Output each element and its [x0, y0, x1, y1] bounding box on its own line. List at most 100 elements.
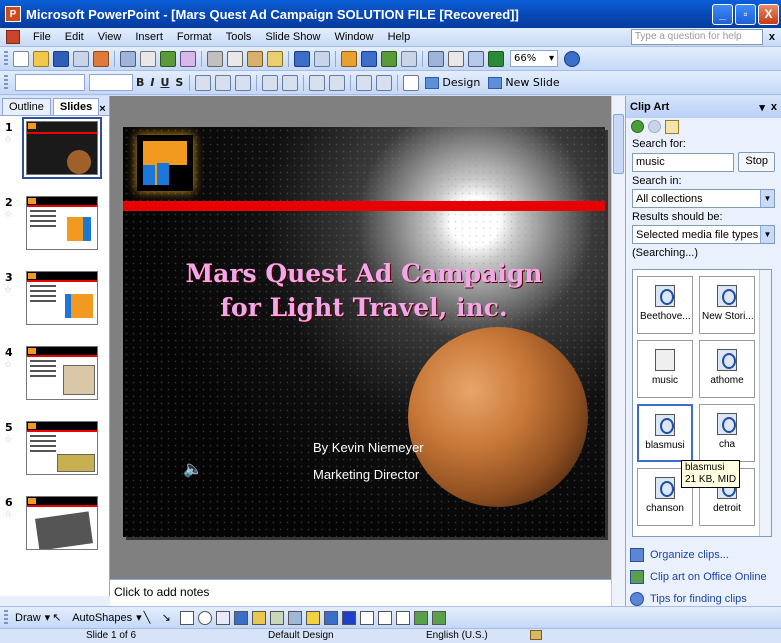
results-type-dropdown[interactable]: Selected media file types ▼ — [632, 225, 775, 244]
slide-author-role[interactable]: Marketing Director — [313, 467, 419, 482]
select-pointer-icon[interactable]: ↖ — [52, 611, 66, 625]
menu-slide-show[interactable]: Slide Show — [258, 31, 327, 43]
numbering-icon[interactable] — [262, 74, 279, 91]
clip-item[interactable]: athome — [699, 340, 755, 398]
rectangle-icon[interactable] — [179, 610, 194, 625]
slide-thumb-5[interactable]: 5 ☆ — [0, 421, 100, 487]
arrow-icon[interactable]: ↘ — [162, 611, 176, 625]
scrollbar-thumb[interactable] — [613, 114, 624, 174]
slide-thumbnail-image[interactable] — [26, 346, 98, 400]
current-slide[interactable]: Mars Quest Ad Campaign for Light Travel,… — [123, 127, 605, 537]
menu-view[interactable]: View — [91, 31, 129, 43]
permission-icon[interactable] — [73, 50, 89, 67]
font-size-dropdown[interactable] — [89, 74, 133, 91]
new-slide-button[interactable]: New Slide — [488, 76, 560, 89]
document-icon[interactable] — [6, 30, 20, 44]
slide-vertical-scrollbar[interactable] — [611, 96, 625, 606]
clip-item[interactable]: music — [637, 340, 693, 398]
menu-window[interactable]: Window — [327, 31, 380, 43]
clip-item[interactable]: New Stori... — [699, 276, 755, 334]
spelling-status-icon[interactable] — [530, 630, 542, 640]
line-style-icon[interactable] — [359, 610, 374, 625]
maximize-button[interactable]: ▫ — [735, 3, 756, 25]
organize-clips-link[interactable]: Organize clips... — [630, 544, 780, 566]
bold-button[interactable]: B — [136, 76, 144, 89]
font-color-icon[interactable] — [403, 74, 420, 91]
slide-title[interactable]: Mars Quest Ad Campaign for Light Travel,… — [123, 257, 605, 325]
insert-chart-icon[interactable] — [341, 50, 357, 67]
paste-icon[interactable] — [247, 50, 263, 67]
speaker-sound-icon[interactable]: 🔈 — [183, 459, 203, 478]
line-color-icon[interactable] — [323, 610, 338, 625]
slide-thumbnail-image[interactable] — [26, 196, 98, 250]
slide-thumb-6[interactable]: 6 ☆ — [0, 496, 100, 562]
mars-planet-image[interactable] — [408, 327, 588, 507]
print-icon[interactable] — [120, 50, 136, 67]
clip-art-online-link[interactable]: Clip art on Office Online — [630, 566, 780, 588]
text-box-icon[interactable] — [215, 610, 230, 625]
close-button[interactable]: X — [758, 3, 779, 25]
italic-button[interactable]: I — [150, 76, 154, 89]
show-formatting-icon[interactable] — [448, 50, 464, 67]
decrease-indent-icon[interactable] — [356, 74, 373, 91]
insert-table-icon[interactable] — [361, 50, 377, 67]
draw-menu-button[interactable]: Draw — [15, 612, 41, 624]
decrease-font-icon[interactable] — [329, 74, 346, 91]
align-center-icon[interactable] — [215, 74, 232, 91]
dash-style-icon[interactable] — [377, 610, 392, 625]
toolbar-grip[interactable] — [4, 74, 8, 91]
autoshapes-button[interactable]: AutoShapes — [72, 612, 132, 624]
menu-insert[interactable]: Insert — [128, 31, 170, 43]
email-icon[interactable] — [93, 50, 109, 67]
align-right-icon[interactable] — [235, 74, 252, 91]
clip-item[interactable]: cha — [699, 404, 755, 462]
design-button[interactable]: Design — [425, 76, 480, 89]
save-icon[interactable] — [53, 50, 69, 67]
results-scrollbar[interactable] — [759, 270, 771, 536]
tab-outline[interactable]: Outline — [2, 98, 51, 115]
spelling-icon[interactable] — [160, 50, 176, 67]
search-in-dropdown[interactable]: All collections ▼ — [632, 189, 775, 208]
slide-thumb-1[interactable]: 1 ☆ — [0, 117, 102, 187]
align-left-icon[interactable] — [195, 74, 212, 91]
notes-pane[interactable]: Click to add notes — [110, 579, 611, 606]
copy-icon[interactable] — [227, 50, 243, 67]
home-icon[interactable] — [665, 119, 679, 134]
clip-item[interactable]: Beethove... — [637, 276, 693, 334]
document-close-button[interactable]: x — [769, 31, 775, 43]
new-icon[interactable] — [13, 50, 29, 67]
slide-thumb-4[interactable]: 4 ☆ — [0, 346, 100, 412]
zoom-dropdown[interactable]: 66% ▾ — [510, 50, 558, 67]
minimize-button[interactable]: _ — [712, 3, 733, 25]
fill-color-icon[interactable] — [305, 610, 320, 625]
wordart-icon[interactable] — [233, 610, 248, 625]
toolbar-grip[interactable] — [4, 609, 8, 626]
slide-thumbnail-image[interactable] — [26, 421, 98, 475]
format-painter-icon[interactable] — [267, 50, 283, 67]
shadow-style-icon[interactable] — [413, 610, 428, 625]
pane-close-button[interactable]: × — [99, 103, 105, 115]
line-icon[interactable]: ╲ — [144, 611, 158, 625]
open-icon[interactable] — [33, 50, 49, 67]
font-color-icon[interactable] — [341, 610, 356, 625]
slide-author[interactable]: By Kevin Niemeyer — [313, 440, 424, 455]
powerpoint-app-icon[interactable]: P — [5, 6, 21, 22]
redo-icon[interactable] — [314, 50, 330, 67]
slide-thumbnail-image[interactable] — [26, 271, 98, 325]
underline-button[interactable]: U — [160, 76, 169, 89]
grid-icon[interactable] — [468, 50, 484, 67]
slide-thumb-2[interactable]: 2 ☆ — [0, 196, 100, 262]
task-pane-close-icon[interactable]: x — [771, 101, 777, 113]
bullets-icon[interactable] — [282, 74, 299, 91]
3d-style-icon[interactable] — [431, 610, 446, 625]
shadow-button[interactable]: S — [175, 76, 183, 89]
clip-art-icon[interactable] — [269, 610, 284, 625]
diagram-icon[interactable] — [251, 610, 266, 625]
search-input[interactable]: music — [632, 152, 735, 172]
hyperlink-icon[interactable] — [401, 50, 417, 67]
color-grayscale-icon[interactable] — [488, 50, 504, 67]
increase-font-icon[interactable] — [309, 74, 326, 91]
print-preview-icon[interactable] — [140, 50, 156, 67]
forward-icon[interactable] — [648, 120, 661, 133]
menu-edit[interactable]: Edit — [58, 31, 91, 43]
